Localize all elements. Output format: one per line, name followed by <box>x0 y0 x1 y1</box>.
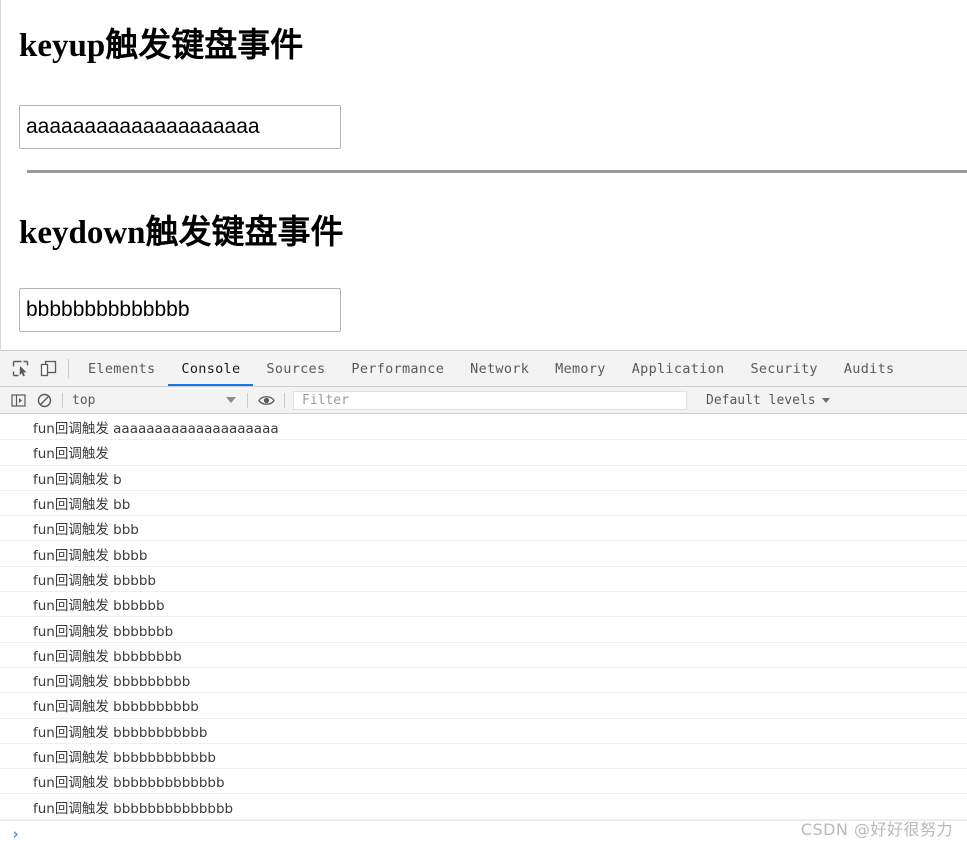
tab-audits[interactable]: Audits <box>831 351 908 386</box>
console-log-row: fun回调触发 bbbbb <box>0 567 967 593</box>
console-log-row: fun回调触发 bbbbbbbbbbb <box>0 719 967 744</box>
console-levels-selector[interactable]: Default levels <box>690 393 840 408</box>
console-log-row: fun回调触发 bbbbbbbbbbbbb <box>0 769 967 795</box>
keydown-text-input[interactable] <box>19 288 341 332</box>
console-log-row: fun回调触发 bbb <box>0 516 967 542</box>
console-sidebar-icon[interactable] <box>5 393 31 408</box>
console-prompt[interactable]: › <box>0 819 967 847</box>
filterbar-separator-1 <box>62 392 63 408</box>
console-context-selector[interactable]: top <box>68 393 242 408</box>
console-log-row: fun回调触发 bbbb <box>0 541 967 567</box>
console-filter-bar: top Filter Default levels <box>0 387 967 414</box>
web-page-content: keyup触发键盘事件 keydown触发键盘事件 <box>0 0 967 350</box>
console-filter-input[interactable]: Filter <box>293 390 687 410</box>
toolbar-separator <box>68 359 69 378</box>
section-divider <box>27 170 967 173</box>
console-log-row: fun回调触发 bbbbbb <box>0 592 967 618</box>
tab-security[interactable]: Security <box>737 351 830 386</box>
console-log-row: fun回调触发 bb <box>0 491 967 517</box>
keyup-text-input[interactable] <box>19 105 341 149</box>
console-log-row: fun回调触发 b <box>0 466 967 491</box>
tab-application[interactable]: Application <box>619 351 738 386</box>
console-log-list[interactable]: fun回调触发 aaaaaaaaaaaaaaaaaaaa fun回调触发 fun回… <box>0 415 967 853</box>
console-log-row: fun回调触发 bbbbbbb <box>0 617 967 643</box>
console-log-row: fun回调触发 bbbbbbbb <box>0 643 967 668</box>
console-log-row: fun回调触发 <box>0 440 967 466</box>
console-log-row: fun回调触发 aaaaaaaaaaaaaaaaaaaa <box>0 415 967 441</box>
console-levels-label: Default levels <box>706 392 816 408</box>
tab-elements[interactable]: Elements <box>75 351 168 386</box>
devtools-tabbar: Elements Console Sources Performance Net… <box>0 351 967 387</box>
page-title-keyup: keyup触发键盘事件 <box>19 28 304 64</box>
page-title-keydown: keydown触发键盘事件 <box>19 215 344 251</box>
device-toolbar-icon[interactable] <box>34 351 62 386</box>
clear-console-icon[interactable] <box>31 393 57 408</box>
tab-console[interactable]: Console <box>168 351 253 386</box>
tab-performance[interactable]: Performance <box>338 351 457 386</box>
console-log-row: fun回调触发 bbbbbbbbbbbbbb <box>0 794 967 820</box>
inspect-element-icon[interactable] <box>6 351 34 386</box>
console-log-row: fun回调触发 bbbbbbbbbbbb <box>0 744 967 770</box>
chevron-down-icon <box>226 397 236 403</box>
console-log-row: fun回调触发 bbbbbbbbb <box>0 668 967 694</box>
tab-memory[interactable]: Memory <box>542 351 619 386</box>
filterbar-separator-2 <box>247 392 248 408</box>
tab-sources[interactable]: Sources <box>253 351 338 386</box>
devtools-panel: Elements Console Sources Performance Net… <box>0 350 967 853</box>
console-log-row: fun回调触发 bbbbbbbbbb <box>0 693 967 719</box>
filterbar-separator-3 <box>284 392 285 408</box>
tab-network[interactable]: Network <box>457 351 542 386</box>
console-context-value: top <box>72 392 96 408</box>
live-expression-icon[interactable] <box>253 394 279 407</box>
chevron-down-icon <box>821 397 830 403</box>
